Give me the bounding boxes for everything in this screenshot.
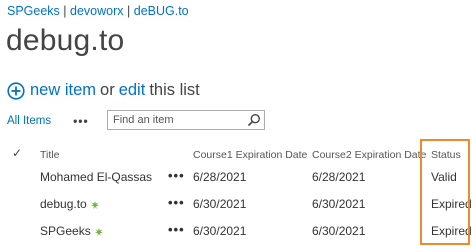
breadcrumb-item-debug-to[interactable]: deBUG.to bbox=[134, 4, 189, 18]
row-course1-date: 6/28/2021 bbox=[193, 170, 247, 184]
this-list-label: this list bbox=[149, 81, 200, 99]
row-title[interactable]: debug.to bbox=[40, 197, 87, 211]
page-title: debug.to bbox=[6, 24, 125, 57]
select-all-checkmark[interactable]: ✓ bbox=[12, 146, 22, 160]
table-row[interactable]: debug.to ••• 6/30/2021 6/30/2021 Expired bbox=[0, 193, 474, 217]
breadcrumb-separator: | bbox=[63, 4, 67, 18]
search-icon[interactable] bbox=[247, 113, 261, 127]
search-box bbox=[107, 110, 265, 130]
column-header-course1-expiration[interactable]: Course1 Expiration Date bbox=[193, 149, 307, 161]
row-menu-button[interactable]: ••• bbox=[168, 168, 185, 183]
new-item-icon bbox=[90, 200, 99, 209]
table-row[interactable]: SPGeeks ••• 6/30/2021 6/30/2021 Expired bbox=[0, 220, 474, 244]
row-course2-date: 6/28/2021 bbox=[312, 170, 366, 184]
row-title-wrap: debug.to bbox=[40, 197, 99, 211]
breadcrumb: SPGeeks | devoworx | deBUG.to bbox=[7, 4, 189, 18]
list-actions: new item or edit this list bbox=[7, 81, 204, 100]
add-circle-icon[interactable] bbox=[7, 81, 25, 100]
edit-list-link[interactable]: edit bbox=[119, 81, 146, 100]
row-title[interactable]: Mohamed El-Qassas bbox=[40, 170, 152, 184]
search-input[interactable] bbox=[108, 112, 248, 128]
breadcrumb-separator: | bbox=[127, 4, 131, 18]
table-row[interactable]: Mohamed El-Qassas ••• 6/28/2021 6/28/202… bbox=[0, 166, 474, 190]
column-header-course2-expiration[interactable]: Course2 Expiration Date bbox=[312, 149, 426, 161]
new-item-icon bbox=[94, 227, 103, 236]
or-label: or bbox=[100, 81, 115, 99]
row-course1-date: 6/30/2021 bbox=[193, 224, 247, 238]
column-header-title[interactable]: Title bbox=[40, 149, 59, 161]
view-bar: All Items ••• bbox=[7, 110, 89, 132]
row-menu-button[interactable]: ••• bbox=[168, 195, 185, 210]
row-course1-date: 6/30/2021 bbox=[193, 197, 247, 211]
view-more-button[interactable]: ••• bbox=[73, 114, 89, 128]
breadcrumb-item-devoworx[interactable]: devoworx bbox=[70, 4, 124, 18]
new-item-link[interactable]: new item bbox=[30, 81, 96, 100]
row-title-wrap: SPGeeks bbox=[40, 224, 103, 238]
row-menu-button[interactable]: ••• bbox=[168, 222, 185, 237]
row-course2-date: 6/30/2021 bbox=[312, 197, 366, 211]
breadcrumb-item-spgeeks[interactable]: SPGeeks bbox=[7, 4, 60, 18]
row-title[interactable]: SPGeeks bbox=[40, 224, 91, 238]
row-course2-date: 6/30/2021 bbox=[312, 224, 366, 238]
status-column-highlight bbox=[420, 139, 470, 245]
view-all-items[interactable]: All Items bbox=[7, 115, 51, 127]
